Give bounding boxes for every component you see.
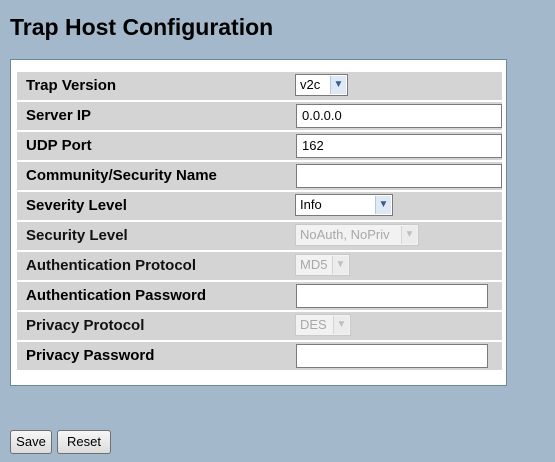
chevron-down-icon: ▼ — [375, 196, 391, 214]
udp-port-input[interactable]: 162 — [296, 134, 502, 158]
auth-password-label: Authentication Password — [17, 282, 288, 310]
community-label: Community/Security Name — [17, 162, 288, 190]
auth-protocol-cell: MD5 ▼ — [290, 252, 502, 280]
row-auth-protocol: Authentication Protocol MD5 ▼ — [17, 252, 502, 280]
privacy-password-label: Privacy Password — [17, 342, 288, 370]
udp-port-cell: 162 — [290, 132, 502, 160]
privacy-protocol-cell: DES ▼ — [290, 312, 502, 340]
trap-version-label: Trap Version — [17, 72, 288, 100]
auth-password-input[interactable] — [296, 284, 488, 308]
udp-port-label: UDP Port — [17, 132, 288, 160]
server-ip-input[interactable]: 0.0.0.0 — [296, 104, 502, 128]
severity-level-select[interactable]: Info ▼ — [295, 194, 393, 216]
server-ip-cell: 0.0.0.0 — [290, 102, 502, 130]
row-udp-port: UDP Port 162 — [17, 132, 502, 160]
security-level-select: NoAuth, NoPriv ▼ — [295, 224, 419, 246]
row-privacy-protocol: Privacy Protocol DES ▼ — [17, 312, 502, 340]
reset-button[interactable]: Reset — [57, 430, 111, 454]
trap-version-cell: v2c ▼ — [290, 72, 502, 100]
row-auth-password: Authentication Password — [17, 282, 502, 310]
privacy-protocol-value: DES — [300, 317, 327, 332]
severity-level-value: Info — [300, 197, 322, 212]
privacy-protocol-label: Privacy Protocol — [17, 312, 288, 340]
community-input[interactable] — [296, 164, 502, 188]
community-cell — [290, 162, 502, 190]
auth-protocol-select: MD5 ▼ — [295, 254, 350, 276]
severity-level-label: Severity Level — [17, 192, 288, 220]
privacy-protocol-select: DES ▼ — [295, 314, 351, 336]
chevron-down-icon: ▼ — [332, 256, 348, 274]
security-level-cell: NoAuth, NoPriv ▼ — [290, 222, 502, 250]
trap-version-select[interactable]: v2c ▼ — [295, 74, 348, 96]
row-server-ip: Server IP 0.0.0.0 — [17, 102, 502, 130]
row-privacy-password: Privacy Password — [17, 342, 502, 370]
chevron-down-icon: ▼ — [401, 226, 417, 244]
server-ip-label: Server IP — [17, 102, 288, 130]
trap-host-config-table: Trap Version v2c ▼ Server IP 0.0.0.0 UDP… — [10, 59, 507, 386]
privacy-password-input[interactable] — [296, 344, 488, 368]
security-level-value: NoAuth, NoPriv — [300, 227, 390, 242]
row-security-level: Security Level NoAuth, NoPriv ▼ — [17, 222, 502, 250]
save-button[interactable]: Save — [10, 430, 52, 454]
auth-protocol-value: MD5 — [300, 257, 328, 272]
page-title: Trap Host Configuration — [10, 14, 274, 40]
trap-version-value: v2c — [300, 77, 321, 92]
chevron-down-icon: ▼ — [333, 316, 349, 334]
privacy-password-cell — [290, 342, 502, 370]
auth-password-cell — [290, 282, 502, 310]
row-trap-version: Trap Version v2c ▼ — [17, 72, 502, 100]
row-severity-level: Severity Level Info ▼ — [17, 192, 502, 220]
security-level-label: Security Level — [17, 222, 288, 250]
auth-protocol-label: Authentication Protocol — [17, 252, 288, 280]
chevron-down-icon: ▼ — [330, 76, 346, 94]
severity-level-cell: Info ▼ — [290, 192, 502, 220]
row-community: Community/Security Name — [17, 162, 502, 190]
